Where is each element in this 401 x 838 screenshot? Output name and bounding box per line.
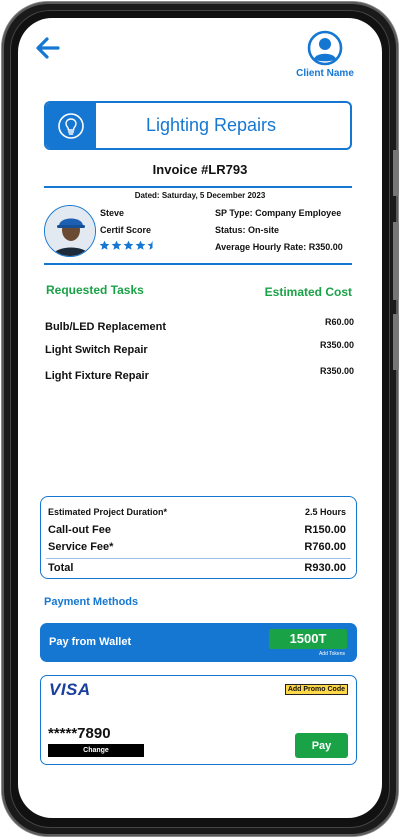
- requested-tasks-heading: Requested Tasks: [46, 283, 144, 297]
- wallet-label: Pay from Wallet: [49, 636, 132, 648]
- visa-logo: VISA: [49, 680, 91, 699]
- provider-avatar: [44, 205, 96, 257]
- task-name: Bulb/LED Replacement: [45, 321, 167, 333]
- service-icon-box: [46, 103, 96, 148]
- side-button: [393, 150, 399, 196]
- pay-button[interactable]: Pay: [295, 733, 348, 758]
- summary-value: 2.5 Hours: [304, 507, 346, 517]
- add-tokens-link[interactable]: Add Tokens: [319, 651, 345, 657]
- lightbulb-icon: [58, 112, 84, 139]
- provider-name: Steve: [100, 208, 125, 218]
- summary-label: Total: [48, 562, 74, 574]
- rating-stars: [99, 240, 158, 251]
- task-name: Light Fixture Repair: [45, 370, 149, 382]
- task-cost: R60.00: [324, 317, 354, 327]
- app-screen: Client Name Lighting Repairs Invoice #LR…: [18, 18, 382, 818]
- add-promo-code-button[interactable]: Add Promo Code: [284, 684, 348, 695]
- avg-hourly-rate: Average Hourly Rate: R350.00: [215, 242, 343, 252]
- card-number: *****7890: [48, 725, 111, 742]
- service-title: Lighting Repairs: [145, 115, 277, 135]
- star-icon: [147, 240, 153, 250]
- summary-value: R150.00: [304, 524, 346, 536]
- sp-type: SP Type: Company Employee: [215, 208, 342, 218]
- change-card-button[interactable]: Change: [48, 744, 144, 757]
- payment-methods-heading: Payment Methods: [44, 596, 139, 608]
- invoice-date: Dated: Saturday, 5 December 2023: [134, 191, 266, 200]
- star-icon: [99, 240, 110, 250]
- service-banner: Lighting Repairs: [44, 101, 352, 150]
- sp-status: Status: On-site: [215, 225, 280, 235]
- wallet-token-balance: 1500T: [269, 629, 347, 649]
- summary-label: Service Fee*: [48, 541, 114, 553]
- side-button: [393, 314, 399, 370]
- client-name: Client Name: [296, 68, 354, 79]
- user-circle-icon: [307, 30, 343, 66]
- star-icon: [135, 240, 146, 250]
- client-profile[interactable]: Client Name: [290, 30, 360, 79]
- divider: [44, 263, 352, 265]
- summary-value: R760.00: [304, 541, 346, 553]
- certif-score-label: Certif Score: [100, 225, 152, 235]
- cost-summary: Estimated Project Duration* 2.5 Hours Ca…: [40, 496, 357, 579]
- divider: [44, 186, 352, 188]
- estimated-cost-heading: Estimated Cost: [264, 285, 352, 299]
- task-cost: R350.00: [319, 366, 354, 376]
- summary-label: Call-out Fee: [48, 524, 111, 536]
- saved-card: VISA Add Promo Code *****7890 Change Pay: [40, 675, 357, 765]
- summary-value: R930.00: [304, 562, 346, 574]
- task-cost: R350.00: [319, 340, 354, 350]
- task-name: Light Switch Repair: [45, 344, 148, 356]
- star-icon: [111, 240, 122, 250]
- star-icon: [123, 240, 134, 250]
- arrow-left-icon[interactable]: [34, 36, 60, 60]
- summary-label: Estimated Project Duration*: [48, 507, 168, 517]
- invoice-number: Invoice #LR793: [152, 162, 248, 177]
- side-button: [393, 222, 399, 300]
- pay-from-wallet-button[interactable]: Pay from Wallet 1500T Add Tokens: [40, 623, 357, 662]
- summary-divider: [46, 558, 351, 559]
